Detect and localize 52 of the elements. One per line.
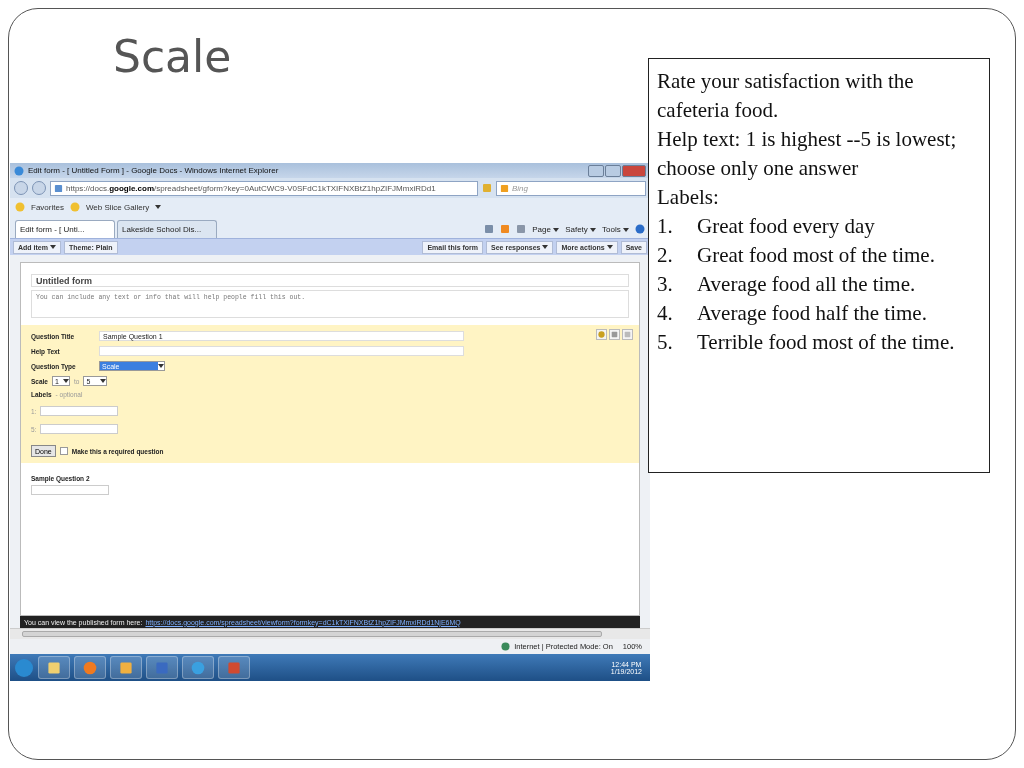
note-text: Help text: 1 is highest --5 is lowest; choose only one answer xyxy=(657,126,958,182)
caret-icon xyxy=(155,205,162,209)
window-title: Edit form - [ Untitled Form ] - Google Docs - Windows Internet Explorer xyxy=(28,166,279,175)
taskbar-button[interactable] xyxy=(110,656,142,679)
list-number: 1. xyxy=(657,213,674,240)
favorites-link[interactable]: Favorites xyxy=(31,202,64,212)
taskbar-button[interactable] xyxy=(74,656,106,679)
caret-icon xyxy=(158,364,164,368)
caret-icon xyxy=(553,227,560,232)
command-menu[interactable]: Safety xyxy=(565,224,597,234)
minimize-button[interactable] xyxy=(588,164,604,177)
caret-icon xyxy=(100,379,107,383)
list-number: 4. xyxy=(657,300,674,327)
note-text: Labels: xyxy=(657,184,720,211)
input-field[interactable] xyxy=(40,406,119,416)
caret-icon xyxy=(49,245,56,249)
browser-tab[interactable]: Lakeside School Dis... xyxy=(117,220,217,238)
list-number: 5. xyxy=(657,329,674,356)
command-menu[interactable]: Page xyxy=(532,224,560,234)
form-title-field[interactable]: Untitled form xyxy=(31,274,629,287)
close-button[interactable] xyxy=(622,164,646,177)
list-number: 3. xyxy=(657,271,674,298)
caret-icon xyxy=(606,245,613,249)
input-field[interactable] xyxy=(40,424,119,434)
taskbar-button[interactable] xyxy=(38,656,70,679)
note-text: Rate your satisfaction with the cafeteria food. xyxy=(657,68,915,124)
back-button[interactable] xyxy=(14,181,28,195)
slide-title: Scale xyxy=(113,30,232,84)
list-text: Great food most of the time. xyxy=(697,242,935,269)
command-menu[interactable]: Tools xyxy=(602,224,629,234)
caret-icon xyxy=(623,227,629,232)
address-text: https://docs.google.com/spreadsheet/gform?key=0AutCWC9-V0SFdC1kTXIFNXBtZ1hpZIFJMmxiRDd1 xyxy=(66,183,436,193)
taskbar-button[interactable] xyxy=(182,656,214,679)
browser-tab[interactable]: Edit form - [ Unti... xyxy=(15,220,115,238)
input-field[interactable] xyxy=(99,346,464,356)
web-slice-link[interactable]: Web Slice Gallery xyxy=(85,202,150,212)
caret-icon xyxy=(542,245,549,249)
list-text: Great food every day xyxy=(697,213,875,240)
caret-icon xyxy=(63,379,69,383)
address-field[interactable]: https://docs.google.com/spreadsheet/gform?key=0AutCWC9-V0SFdC1kTXIFNXBtZ1hpZIFJMmxiRDd1 xyxy=(50,180,478,196)
checkbox[interactable] xyxy=(59,447,68,455)
list-text: Average food all the time. xyxy=(697,271,916,298)
maximize-button[interactable] xyxy=(605,164,621,177)
horizontal-scrollbar[interactable] xyxy=(10,628,650,639)
taskbar-button[interactable] xyxy=(146,656,178,679)
taskbar-button[interactable] xyxy=(218,656,250,679)
list-text: Terrible food most of the time. xyxy=(697,329,955,356)
list-number: 2. xyxy=(657,242,674,269)
answer-field[interactable] xyxy=(31,485,109,495)
forward-button[interactable] xyxy=(32,181,46,195)
list-text: Average food half the time. xyxy=(697,300,927,327)
caret-icon xyxy=(590,227,597,232)
